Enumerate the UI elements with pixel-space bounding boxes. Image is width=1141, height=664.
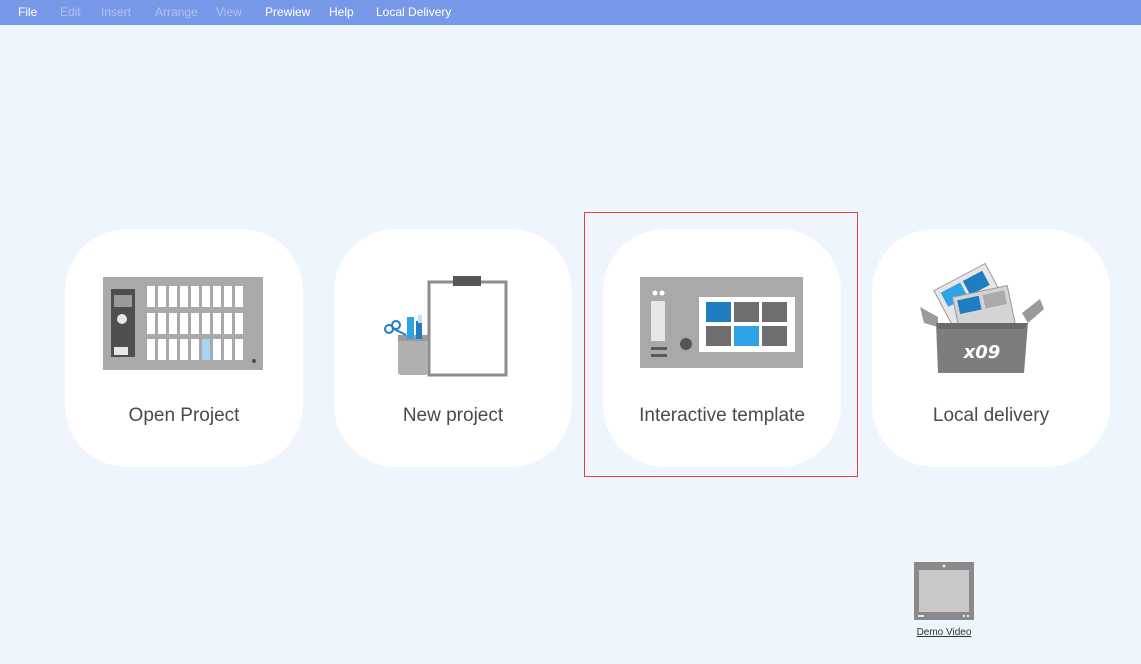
menu-edit[interactable]: Edit — [60, 6, 81, 19]
open-project-label: Open Project — [128, 405, 240, 426]
video-tablet-icon — [914, 562, 974, 620]
menu-file[interactable]: File — [18, 6, 37, 19]
new-project-card[interactable]: New project — [334, 229, 572, 467]
open-project-card[interactable]: Open Project — [65, 229, 303, 467]
menu-preview[interactable]: Prewiew — [265, 6, 310, 19]
new-project-label: New project — [402, 405, 504, 426]
box-label: x09 — [963, 342, 1001, 363]
local-delivery-card[interactable]: x09 Local delivery — [872, 229, 1110, 467]
interactive-template-label: Interactive template — [639, 405, 805, 426]
interactive-template-icon — [640, 277, 803, 368]
menu-view[interactable]: View — [216, 6, 242, 19]
menu-local-delivery[interactable]: Local Delivery — [376, 6, 451, 19]
interactive-template-card[interactable]: Interactive template — [603, 229, 841, 467]
menu-bar: File Edit Insert Arrange View Prewiew He… — [0, 0, 1141, 25]
menu-help[interactable]: Help — [329, 6, 354, 19]
demo-video[interactable]: Demo Video — [912, 560, 976, 644]
local-delivery-label: Local delivery — [932, 405, 1050, 426]
menu-arrange[interactable]: Arrange — [155, 6, 198, 19]
demo-video-label[interactable]: Demo Video — [912, 627, 976, 639]
new-project-icon — [384, 276, 508, 377]
open-project-icon — [103, 277, 263, 370]
local-delivery-icon: x09 — [920, 262, 1044, 373]
menu-insert[interactable]: Insert — [101, 6, 131, 19]
